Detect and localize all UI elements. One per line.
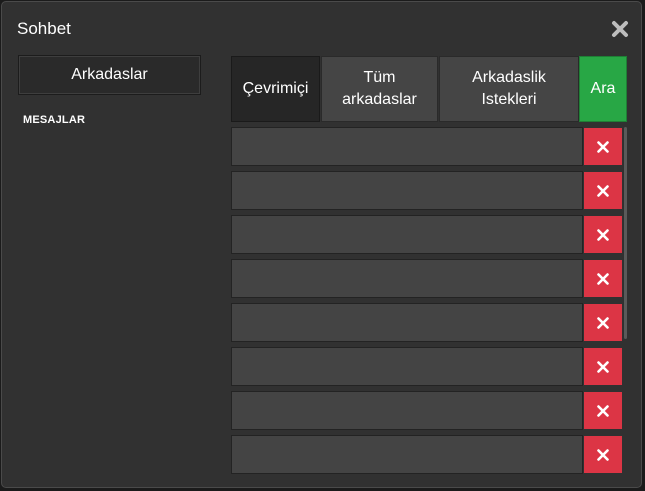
remove-friend-button[interactable]	[584, 392, 622, 429]
list-item	[231, 303, 623, 342]
list-item	[231, 435, 623, 474]
friend-row-field[interactable]	[231, 435, 583, 474]
close-icon[interactable]	[610, 19, 630, 39]
list-item	[231, 171, 623, 210]
messages-heading: MESAJLAR	[23, 114, 86, 126]
tab-online-label: Çevrimiçi	[242, 80, 309, 97]
tab-all-friends-label: Tüm arkadaslar	[342, 69, 417, 108]
friend-row-field[interactable]	[231, 259, 583, 298]
close-icon	[597, 140, 609, 153]
tab-online[interactable]: Çevrimiçi	[231, 56, 320, 122]
friend-row-field[interactable]	[231, 303, 583, 342]
friend-row-field[interactable]	[231, 347, 583, 386]
tab-friend-requests[interactable]: Arkadaslik Istekleri	[439, 56, 579, 122]
list-item	[231, 259, 623, 298]
close-icon	[597, 404, 609, 417]
remove-friend-button[interactable]	[584, 304, 622, 341]
remove-friend-button[interactable]	[584, 172, 622, 209]
tab-friend-requests-label: Arkadaslik Istekleri	[472, 69, 546, 108]
remove-friend-button[interactable]	[584, 436, 622, 473]
list-scrollbar[interactable]	[624, 127, 627, 339]
window-title: Sohbet	[17, 19, 71, 38]
list-item	[231, 127, 623, 166]
close-icon	[597, 360, 609, 373]
tab-all-friends[interactable]: Tüm arkadaslar	[321, 56, 438, 122]
friends-button[interactable]: Arkadaslar	[18, 55, 201, 95]
friend-row-field[interactable]	[231, 127, 583, 166]
list-item	[231, 391, 623, 430]
friend-row-field[interactable]	[231, 391, 583, 430]
close-icon	[597, 272, 609, 285]
close-icon	[597, 228, 609, 241]
remove-friend-button[interactable]	[584, 348, 622, 385]
remove-friend-button[interactable]	[584, 216, 622, 253]
close-icon	[597, 316, 609, 329]
remove-friend-button[interactable]	[584, 128, 622, 165]
list-item	[231, 215, 623, 254]
close-icon	[597, 184, 609, 197]
friend-row-field[interactable]	[231, 215, 583, 254]
chat-window: Sohbet Arkadaslar MESAJLAR Çevrimiçi Tüm…	[1, 1, 642, 488]
friend-row-field[interactable]	[231, 171, 583, 210]
tab-search[interactable]: Ara	[579, 56, 627, 122]
list-item	[231, 347, 623, 386]
close-icon	[597, 448, 609, 461]
remove-friend-button[interactable]	[584, 260, 622, 297]
tab-search-label: Ara	[590, 80, 616, 97]
